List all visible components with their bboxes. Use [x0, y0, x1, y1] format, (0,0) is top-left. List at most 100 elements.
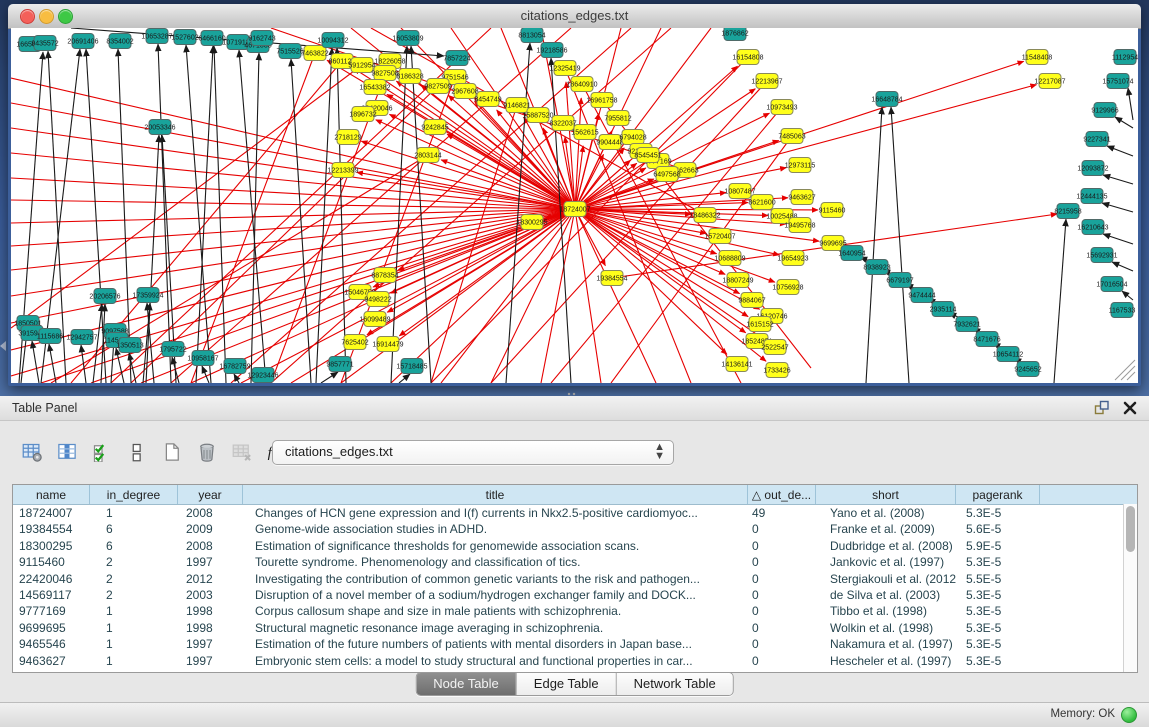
- cell: 5.3E-5: [956, 620, 1040, 636]
- node-label: 7932621: [953, 322, 980, 329]
- table-panel-header: Table Panel: [0, 396, 1149, 421]
- cell: Wolkin et al. (1998): [816, 620, 956, 636]
- node-label: 16543382: [359, 85, 390, 92]
- cell: Genome-wide association studies in ADHD.: [243, 521, 748, 537]
- node-label: 9884067: [738, 298, 765, 305]
- column-header-title[interactable]: title: [243, 485, 748, 504]
- cell: 2: [90, 554, 178, 570]
- table-row[interactable]: 977716911998Corpus callosum shape and si…: [13, 603, 1137, 619]
- network-canvas[interactable]: 7463822860112859129541822605898275088186…: [11, 28, 1138, 383]
- citation-network-graph[interactable]: 7463822860112859129541822605898275088186…: [11, 28, 1138, 383]
- node-label: 2967608: [451, 89, 478, 96]
- cell: Disruption of a novel member of a sodium…: [243, 587, 748, 603]
- unselect-all-icon[interactable]: [123, 438, 150, 465]
- tab-edge-table[interactable]: Edge Table: [516, 673, 616, 695]
- cell: 2012: [178, 571, 243, 587]
- node-label: 12093872: [1077, 166, 1108, 173]
- cell: 5.3E-5: [956, 636, 1040, 652]
- table-row[interactable]: 1830029562008Estimation of significance …: [13, 538, 1137, 554]
- table-body: 1872400712008Changes of HCN gene express…: [13, 505, 1137, 669]
- node-label: 18486322: [689, 213, 720, 220]
- table-row[interactable]: 946554611997Estimation of the future num…: [13, 636, 1137, 652]
- node-label: 16782759: [219, 364, 250, 371]
- column-header-name[interactable]: name: [13, 485, 90, 504]
- cell: 1: [90, 603, 178, 619]
- cell: 9777169: [13, 603, 90, 619]
- column-header-short[interactable]: short: [816, 485, 956, 504]
- node-label: 14136141: [721, 362, 752, 369]
- node-label: 12923446: [247, 373, 278, 380]
- node-label: 8621600: [748, 200, 775, 207]
- tab-network-table[interactable]: Network Table: [616, 673, 733, 695]
- float-panel-icon[interactable]: [1093, 399, 1111, 417]
- network-window-titlebar[interactable]: citations_edges.txt: [8, 4, 1141, 29]
- close-panel-icon[interactable]: [1121, 399, 1139, 417]
- cell: 1998: [178, 620, 243, 636]
- cell: 2009: [178, 521, 243, 537]
- column-header-out_de[interactable]: △ out_de...: [748, 485, 816, 504]
- network-view-window: citations_edges.txt 74638228601128591295…: [8, 4, 1141, 386]
- cell: 1997: [178, 554, 243, 570]
- node-label: 8878354: [371, 273, 398, 280]
- node-label: 1527602: [171, 35, 198, 42]
- table-row[interactable]: 1456911722003Disruption of a novel membe…: [13, 587, 1137, 603]
- table-row[interactable]: 1938455462009Genome-wide association stu…: [13, 521, 1137, 537]
- cell: 9463627: [13, 653, 90, 669]
- column-header-year[interactable]: year: [178, 485, 243, 504]
- table-row[interactable]: 911546021997Tourette syndrome. Phenomeno…: [13, 554, 1137, 570]
- cell: 5.3E-5: [956, 505, 1040, 521]
- cell: Corpus callosum shape and size in male p…: [243, 603, 748, 619]
- table-options-icon[interactable]: [18, 438, 45, 465]
- column-header-pagerank[interactable]: pagerank: [956, 485, 1040, 504]
- node-label: 10807487: [724, 189, 755, 196]
- node-label: 11548408: [1022, 55, 1053, 62]
- select-all-icon[interactable]: [88, 438, 115, 465]
- status-bar: Memory: OK: [0, 702, 1149, 727]
- node-label: 10688809: [714, 256, 745, 263]
- table-row[interactable]: 1872400712008Changes of HCN gene express…: [13, 505, 1137, 521]
- node-label: 1896732: [349, 112, 376, 119]
- cell: 9465546: [13, 636, 90, 652]
- cell: 18724007: [13, 505, 90, 521]
- column-header-in_degree[interactable]: in_degree: [90, 485, 178, 504]
- node-label: 19654923: [777, 256, 808, 263]
- table-row[interactable]: 2242004622012Investigating the contribut…: [13, 571, 1137, 587]
- node-label: 9463627: [788, 195, 815, 202]
- delete-table-icon[interactable]: [193, 438, 220, 465]
- cell: de Silva et al. (2003): [816, 587, 956, 603]
- cell: 0: [748, 521, 816, 537]
- cell: Investigating the contribution of common…: [243, 571, 748, 587]
- cell: Structural magnetic resonance image aver…: [243, 620, 748, 636]
- node-label: 16648784: [871, 97, 902, 104]
- node-label: 19218586: [536, 48, 567, 55]
- tab-node-table[interactable]: Node Table: [416, 673, 516, 695]
- node-label: 1562615: [571, 130, 598, 137]
- table-row[interactable]: 946362711997Embryonic stem cells: a mode…: [13, 653, 1137, 669]
- canvas-resize-grip[interactable]: [1115, 360, 1135, 380]
- node-label: 16914479: [372, 342, 403, 349]
- node-label: 8545451: [634, 153, 661, 160]
- node-label: 18640910: [566, 82, 597, 89]
- cell: 0: [748, 636, 816, 652]
- table-vertical-scrollbar[interactable]: [1123, 504, 1137, 672]
- show-columns-icon[interactable]: [53, 438, 80, 465]
- cell: 2: [90, 587, 178, 603]
- cell: 5.5E-5: [956, 571, 1040, 587]
- node-label: 18807249: [722, 278, 753, 285]
- collapse-panel-arrow-icon[interactable]: [0, 341, 6, 351]
- node-label: 20206576: [89, 294, 120, 301]
- cell: Nakamura et al. (1997): [816, 636, 956, 652]
- node-label: 9129966: [1091, 108, 1118, 115]
- table-row[interactable]: 969969511998Structural magnetic resonanc…: [13, 620, 1137, 636]
- cell: Jankovic et al. (1997): [816, 554, 956, 570]
- cell: 2: [90, 571, 178, 587]
- node-label: 5912954: [348, 63, 375, 70]
- scrollbar-thumb[interactable]: [1126, 506, 1135, 552]
- node-label: 7955812: [604, 116, 631, 123]
- table-selector-dropdown[interactable]: citations_edges.txt ▲▼: [272, 440, 674, 465]
- cell: Changes of HCN gene expression and I(f) …: [243, 505, 748, 521]
- create-table-icon[interactable]: [158, 438, 185, 465]
- node-label: 9474444: [908, 293, 935, 300]
- node-label: 16099489: [359, 317, 390, 324]
- cell: 5.3E-5: [956, 653, 1040, 669]
